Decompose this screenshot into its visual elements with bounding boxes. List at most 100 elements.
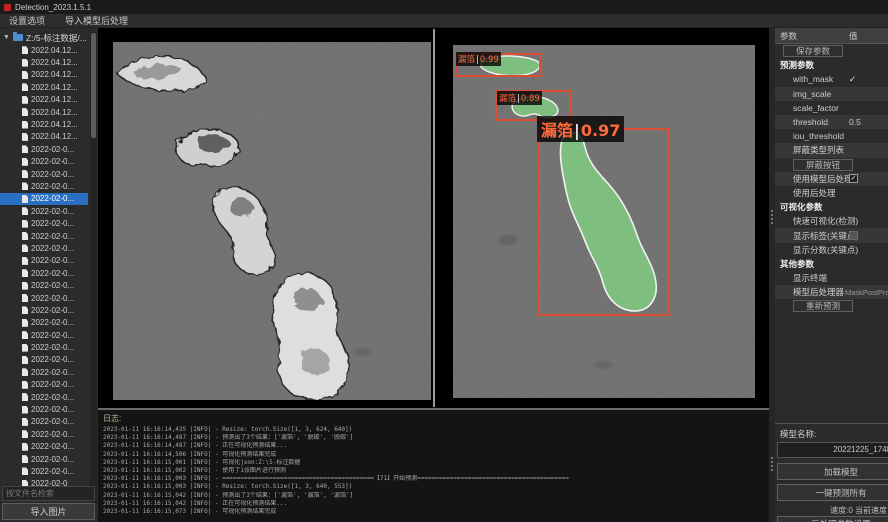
- file-icon: [22, 83, 28, 91]
- tree-item-label: 2022-02-0...: [31, 430, 74, 439]
- checkbox-unchecked-icon[interactable]: [849, 231, 858, 240]
- tree-item[interactable]: 2022-02-0...: [0, 230, 88, 242]
- row-show-terminal[interactable]: 显示终端: [775, 271, 888, 285]
- row-model-postprocessor[interactable]: 模型后处理器 MaskPostPro: [775, 285, 888, 299]
- tree-item[interactable]: 2022-02-0...: [0, 180, 88, 192]
- threshold-value[interactable]: 0.5: [849, 117, 861, 127]
- tree-item-label: 2022-02-0...: [31, 405, 74, 414]
- tree-item[interactable]: 2022-02-0...: [0, 304, 88, 316]
- tree-item[interactable]: 2022-02-0...: [0, 317, 88, 329]
- file-icon: [22, 467, 28, 475]
- file-icon: [22, 406, 28, 414]
- mask-button[interactable]: 屏蔽按钮: [793, 159, 853, 171]
- tree-item-label: 2022-02-0...: [31, 170, 74, 179]
- row-img-scale[interactable]: img_scale: [775, 87, 888, 101]
- tree-item[interactable]: 2022-02-0...: [0, 391, 88, 403]
- tree-item[interactable]: 2022-02-0...: [0, 403, 88, 415]
- tree-item-label: 2022-02-0...: [31, 182, 74, 191]
- tree-item[interactable]: 2022-02-0...: [0, 441, 88, 453]
- menu-settings[interactable]: 设置选项: [9, 14, 45, 27]
- load-model-button[interactable]: 加载模型: [777, 463, 888, 480]
- tree-item[interactable]: 2022-02-0...: [0, 168, 88, 180]
- row-scale-factor[interactable]: scale_factor: [775, 101, 888, 115]
- tree-item[interactable]: 2022.04.12...: [0, 106, 88, 118]
- tree-item-label: 2022-02-0...: [31, 232, 74, 241]
- repredict-button[interactable]: 重新预测: [793, 300, 853, 312]
- tree-item[interactable]: 2022-02-0...: [0, 354, 88, 366]
- tree-scrollbar[interactable]: [90, 31, 97, 505]
- tree-item[interactable]: 2022.04.12...: [0, 118, 88, 130]
- row-show-score-keypoint[interactable]: 显示分数(关键点): [775, 243, 888, 257]
- tree-item[interactable]: 2022-02-0...: [0, 205, 88, 217]
- tree-item[interactable]: 2022-02-0...: [0, 217, 88, 229]
- file-icon: [22, 170, 28, 178]
- tree-item-label: 2022-02-0...: [31, 368, 74, 377]
- save-params-button[interactable]: 保存参数: [783, 45, 843, 57]
- tree-item[interactable]: 2022-02-0...: [0, 366, 88, 378]
- tree-item[interactable]: 2022-02-0...: [0, 156, 88, 168]
- tree-item[interactable]: 2022.04.12...: [0, 94, 88, 106]
- tree-root-folder[interactable]: ▼ Z:/5-标注数据/...: [0, 31, 88, 44]
- log-line: 2023-01-11 16:16:15,042 |INFO| - 正在可视化预测…: [98, 500, 775, 508]
- tree-item-label: 2022-02-0...: [31, 455, 74, 464]
- image-splitter[interactable]: [433, 29, 435, 407]
- model-name-label: 模型名称:: [775, 424, 888, 442]
- tree-scrollbar-thumb[interactable]: [91, 33, 96, 138]
- search-input[interactable]: [2, 486, 95, 501]
- import-images-button[interactable]: 导入图片: [2, 503, 95, 520]
- file-icon: [22, 121, 28, 129]
- expand-arrow-icon[interactable]: ▼: [3, 34, 10, 41]
- row-iou-threshold[interactable]: iou_threshold: [775, 129, 888, 143]
- file-icon: [22, 282, 28, 290]
- tree-item-label: 2022-02-0...: [31, 157, 74, 166]
- splitter-grip-icon: [771, 457, 773, 473]
- check-icon[interactable]: ✓: [849, 74, 856, 85]
- model-postprocessor-label: 模型后处理器: [793, 286, 844, 298]
- tree-item[interactable]: 2022-02-0...: [0, 242, 88, 254]
- tree-item[interactable]: 2022.04.12...: [0, 69, 88, 81]
- tree-item[interactable]: 2022-02-0...: [0, 341, 88, 353]
- tree-item[interactable]: 2022.04.12...: [0, 131, 88, 143]
- tree-item[interactable]: 2022-02-0...: [0, 279, 88, 291]
- file-icon: [22, 306, 28, 314]
- row-threshold[interactable]: threshold 0.5: [775, 115, 888, 129]
- tree-item[interactable]: 2022-02-0...: [0, 193, 88, 205]
- tree-item[interactable]: 2022-02-0...: [0, 292, 88, 304]
- postprocess-params-button[interactable]: 后处理参数设置: [777, 516, 888, 522]
- tree-item[interactable]: 2022.04.12...: [0, 44, 88, 56]
- prediction-image-view: 漏箔|0.99 漏箔|0.89 漏箔|0.97: [453, 45, 755, 398]
- model-postprocessor-value[interactable]: MaskPostPro: [845, 288, 888, 297]
- tree-item-label: 2022-02-0...: [31, 417, 74, 426]
- row-mask-type-list[interactable]: 屏蔽类型列表: [775, 143, 888, 157]
- tree-item[interactable]: 2022-02-0...: [0, 255, 88, 267]
- tree-item[interactable]: 2022-02-0...: [0, 329, 88, 341]
- tree-item[interactable]: 2022-02-0...: [0, 428, 88, 440]
- tree-item[interactable]: 2022-02-0...: [0, 379, 88, 391]
- detection-label-2: 漏箔|0.89: [497, 91, 542, 105]
- tree-item-label: 2022.04.12...: [31, 120, 78, 129]
- log-line: 2023-01-11 16:16:15,042 |INFO| - 预测出了3个结…: [98, 492, 775, 500]
- image-canvas: 漏箔|0.99 漏箔|0.89 漏箔|0.97: [98, 28, 775, 408]
- checkbox-checked-icon[interactable]: ✓: [849, 174, 858, 183]
- tree-item[interactable]: 2022.04.12...: [0, 81, 88, 93]
- row-quick-visualization[interactable]: 快速可视化(检测): [775, 214, 888, 228]
- tree-item[interactable]: 2022-02-0...: [0, 453, 88, 465]
- file-icon: [22, 96, 28, 104]
- tree-item-label: 2022.04.12...: [31, 95, 78, 104]
- tree-item[interactable]: 2022.04.12...: [0, 56, 88, 68]
- file-icon: [22, 244, 28, 252]
- file-tree-panel: ▼ Z:/5-标注数据/... 2022.04.12... 2022.04.12…: [0, 28, 98, 522]
- row-with-mask[interactable]: with_mask ✓: [775, 72, 888, 86]
- tree-item[interactable]: 2022-02-0...: [0, 465, 88, 477]
- tree-item[interactable]: 2022-02-0...: [0, 416, 88, 428]
- row-use-postprocess[interactable]: 使用后处理: [775, 186, 888, 200]
- row-show-label-keypoint[interactable]: 显示标签(关键点): [775, 228, 888, 242]
- file-icon: [22, 158, 28, 166]
- tree-item[interactable]: 2022-02-0...: [0, 267, 88, 279]
- row-use-model-postprocess[interactable]: 使用模型后处理 ✓: [775, 172, 888, 186]
- model-name-field[interactable]: 20221225_174813: [777, 442, 888, 458]
- predict-all-button[interactable]: 一键预测所有: [777, 484, 888, 501]
- menu-import-model-postprocess[interactable]: 导入模型后处理: [65, 14, 128, 27]
- tree-item[interactable]: 2022-02-0...: [0, 143, 88, 155]
- value-column-header: 值: [849, 30, 858, 42]
